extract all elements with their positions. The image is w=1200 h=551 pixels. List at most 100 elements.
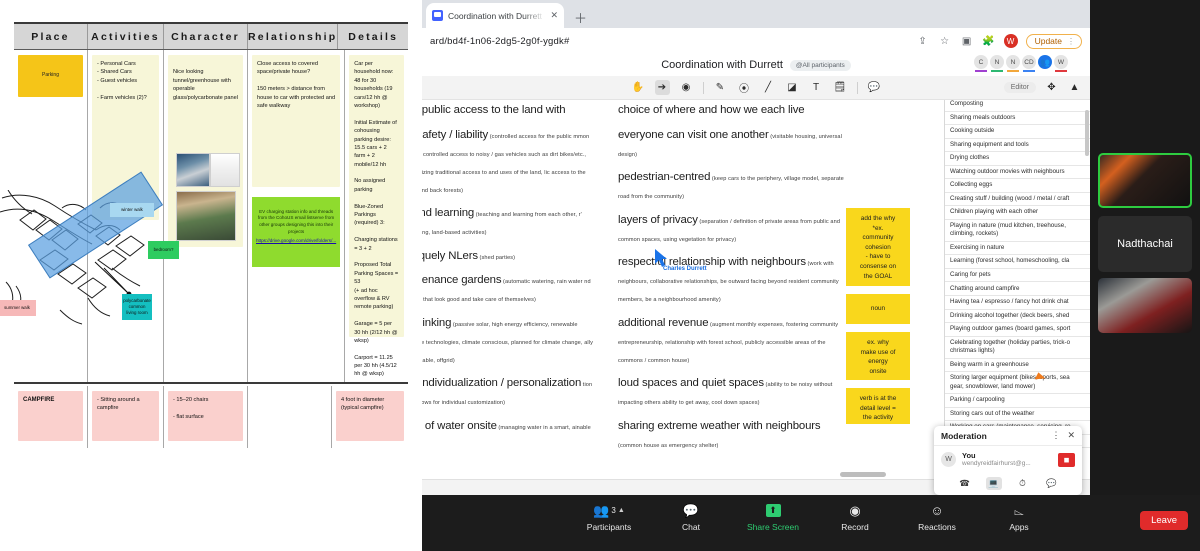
phone-icon[interactable]: ☎ bbox=[957, 477, 973, 490]
list-item[interactable]: Drying clothes bbox=[945, 152, 1090, 166]
list-item[interactable]: Collecting eggs bbox=[945, 179, 1090, 193]
plus-icon[interactable]: ＋ bbox=[574, 8, 587, 27]
apps-button[interactable]: ⌳ Apps bbox=[992, 502, 1046, 533]
url-text[interactable]: ard/bd4f-1n06-2dg5-2g0f-ygdk# bbox=[430, 36, 908, 47]
list-item[interactable]: Caring for pets bbox=[945, 269, 1090, 283]
list-item[interactable]: Playing in nature (mud kitchen, treehous… bbox=[945, 220, 1090, 242]
board-text-line: respectful relationship with neighbours … bbox=[618, 252, 846, 306]
list-item[interactable]: Storing larger equipment (bikes, sports,… bbox=[945, 372, 1090, 395]
kebab-icon[interactable]: ⋮ bbox=[1051, 430, 1060, 441]
list-item[interactable]: Creating stuff / building (wood / metal … bbox=[945, 193, 1090, 207]
chrome-browser-window: Coordination with Durrett — Co ✕ ＋ ard/b… bbox=[422, 0, 1090, 551]
app-header: Coordination with Durrett @All participa… bbox=[422, 54, 1090, 76]
kebab-icon[interactable]: ⋮ bbox=[1067, 37, 1075, 46]
activities-note: - Sitting around a campfire bbox=[92, 391, 159, 441]
list-item[interactable]: Storing cars out of the weather bbox=[945, 408, 1090, 422]
board-line-heading: uniquely NLers bbox=[422, 249, 478, 262]
list-item[interactable]: Children playing with each other bbox=[945, 206, 1090, 220]
bookmark-star-icon[interactable]: ☆ bbox=[938, 36, 952, 47]
moderation-user-info: You wendyreidfairhurst@g... bbox=[962, 451, 1052, 469]
list-item[interactable]: Drinking alcohol together (deck beers, s… bbox=[945, 310, 1090, 324]
avatar[interactable]: N bbox=[990, 55, 1004, 72]
record-button[interactable]: ◉ Record bbox=[828, 502, 882, 533]
board-line-heading: layers of privacy bbox=[618, 213, 698, 226]
collapse-icon[interactable]: ▲ bbox=[1067, 80, 1082, 95]
toolbar-divider bbox=[856, 81, 858, 94]
video-tile-participant[interactable] bbox=[1098, 278, 1192, 333]
list-item[interactable]: Sharing meals outdoors bbox=[945, 112, 1090, 126]
cell-relationship: Close access to covered space/private ho… bbox=[248, 50, 346, 382]
profile-avatar[interactable]: W bbox=[1003, 34, 1018, 48]
list-item[interactable]: Having tea / espresso / fancy hot drink … bbox=[945, 296, 1090, 310]
board-line-heading: use of water onsite bbox=[422, 419, 497, 432]
close-icon[interactable]: ✕ bbox=[550, 10, 558, 21]
avatar[interactable]: W bbox=[1054, 55, 1068, 72]
avatar[interactable]: C bbox=[974, 55, 988, 72]
moderation-title: Moderation bbox=[941, 430, 987, 441]
reactions-button[interactable]: ☺ Reactions bbox=[910, 502, 964, 532]
sticky-note-icon[interactable]: 🗒 bbox=[833, 80, 848, 95]
record-icon: ◉ bbox=[849, 502, 861, 518]
hand-icon[interactable]: ✋ bbox=[631, 80, 646, 95]
sidepanel-icon[interactable]: ▣ bbox=[960, 36, 974, 47]
editor-mode-pill[interactable]: Editor bbox=[1003, 82, 1036, 93]
horizontal-scrollbar[interactable] bbox=[840, 472, 886, 477]
chevron-up-icon[interactable]: ▲ bbox=[618, 507, 625, 514]
moderation-popup: Moderation ⋮ ✕ W You wendyreidfairhurst@… bbox=[934, 426, 1082, 495]
cursor-select-icon[interactable]: ➔ bbox=[654, 80, 670, 95]
shared-document-pane: Place Activities Character Relationship … bbox=[0, 0, 422, 551]
screen-icon[interactable]: 💻 bbox=[985, 476, 1002, 490]
green-note-link[interactable]: https://drive.google.com/drive/folders/.… bbox=[256, 238, 336, 245]
chip-common-living-room: polycarbonate common living room bbox=[122, 294, 152, 320]
sticky-note[interactable]: add the why *ex. community cohesion - ha… bbox=[846, 208, 910, 286]
board-text-line: r / safety / liability (controlled acces… bbox=[422, 125, 594, 197]
remote-cursor-pointer bbox=[655, 249, 667, 267]
avatar[interactable]: CD bbox=[1022, 55, 1036, 72]
list-item[interactable]: Chatting around campfire bbox=[945, 282, 1090, 297]
share-screen-button[interactable]: ⬆ Share Screen bbox=[746, 502, 800, 532]
line-icon[interactable]: ╱ bbox=[761, 80, 776, 95]
avatar[interactable]: N bbox=[1006, 55, 1020, 72]
leave-meeting-button[interactable]: Leave bbox=[1140, 511, 1188, 530]
video-tile-active-speaker[interactable] bbox=[1098, 153, 1192, 208]
sticky-note[interactable]: ex. why make use of energy onsite bbox=[846, 332, 910, 380]
list-item[interactable]: Cooking outside bbox=[945, 125, 1090, 139]
marker-icon[interactable]: ⦿ bbox=[737, 80, 752, 95]
chat-button[interactable]: 💬 Chat bbox=[664, 502, 718, 533]
comment-icon[interactable]: 💬 bbox=[867, 80, 882, 95]
text-icon[interactable]: T bbox=[809, 80, 824, 95]
people-icon[interactable]: 👥 bbox=[1038, 55, 1052, 69]
board-canvas[interactable]: ing public access to the land with r / sa… bbox=[422, 100, 1090, 457]
chat-icon[interactable]: 💬 bbox=[1044, 477, 1060, 490]
list-item[interactable]: Exercising in nature bbox=[945, 242, 1090, 256]
fit-screen-icon[interactable]: ✥ bbox=[1044, 80, 1059, 95]
pen-icon[interactable]: ✎ bbox=[713, 80, 728, 95]
list-item[interactable]: Being warm in a greenhouse bbox=[945, 359, 1090, 373]
video-tile-name-only[interactable]: Nadthachai bbox=[1098, 216, 1192, 272]
list-item[interactable]: Composting bbox=[945, 100, 1090, 112]
list-item[interactable]: Watching outdoor movies with neighbours bbox=[945, 166, 1090, 180]
update-button[interactable]: Update ⋮ bbox=[1025, 33, 1082, 49]
participants-button[interactable]: 👥 3 ▲ Participants bbox=[582, 502, 636, 533]
activities-list-panel[interactable]: Composting Sharing meals outdoors Cooking … bbox=[944, 100, 1090, 457]
timer-icon[interactable]: ⏱ bbox=[1015, 477, 1031, 490]
list-item[interactable]: Sharing equipment and tools bbox=[945, 139, 1090, 153]
eraser-shape-icon[interactable]: ◉ bbox=[679, 80, 694, 95]
list-item[interactable]: Playing outdoor games (board games, spor… bbox=[945, 323, 1090, 337]
shapes-icon[interactable]: ◪ bbox=[785, 80, 800, 95]
list-item[interactable]: Parking / carpooling bbox=[945, 394, 1090, 408]
browser-tab[interactable]: Coordination with Durrett — Co ✕ bbox=[426, 3, 564, 28]
list-item[interactable]: Celebrating together (holiday parties, t… bbox=[945, 337, 1090, 359]
sticky-note[interactable]: verb is at the detail level = the activi… bbox=[846, 388, 910, 424]
stop-share-icon[interactable]: ◼ bbox=[1058, 452, 1075, 467]
participants-badge[interactable]: @All participants bbox=[789, 59, 851, 71]
share-icon[interactable]: ⇪ bbox=[916, 36, 930, 47]
board-text-line: for individualization / personalization … bbox=[422, 373, 594, 409]
address-bar[interactable]: ard/bd4f-1n06-2dg5-2g0f-ygdk# ⇪ ☆ ▣ 🧩 W … bbox=[422, 28, 1090, 54]
tab-title: Coordination with Durrett — Co bbox=[448, 10, 545, 21]
list-scrollbar[interactable] bbox=[1085, 110, 1089, 156]
list-item[interactable]: Learning (forest school, homeschooling, … bbox=[945, 255, 1090, 269]
close-icon[interactable]: ✕ bbox=[1067, 430, 1075, 441]
extensions-puzzle-icon[interactable]: 🧩 bbox=[982, 36, 996, 47]
sticky-note[interactable]: noun bbox=[846, 294, 910, 324]
